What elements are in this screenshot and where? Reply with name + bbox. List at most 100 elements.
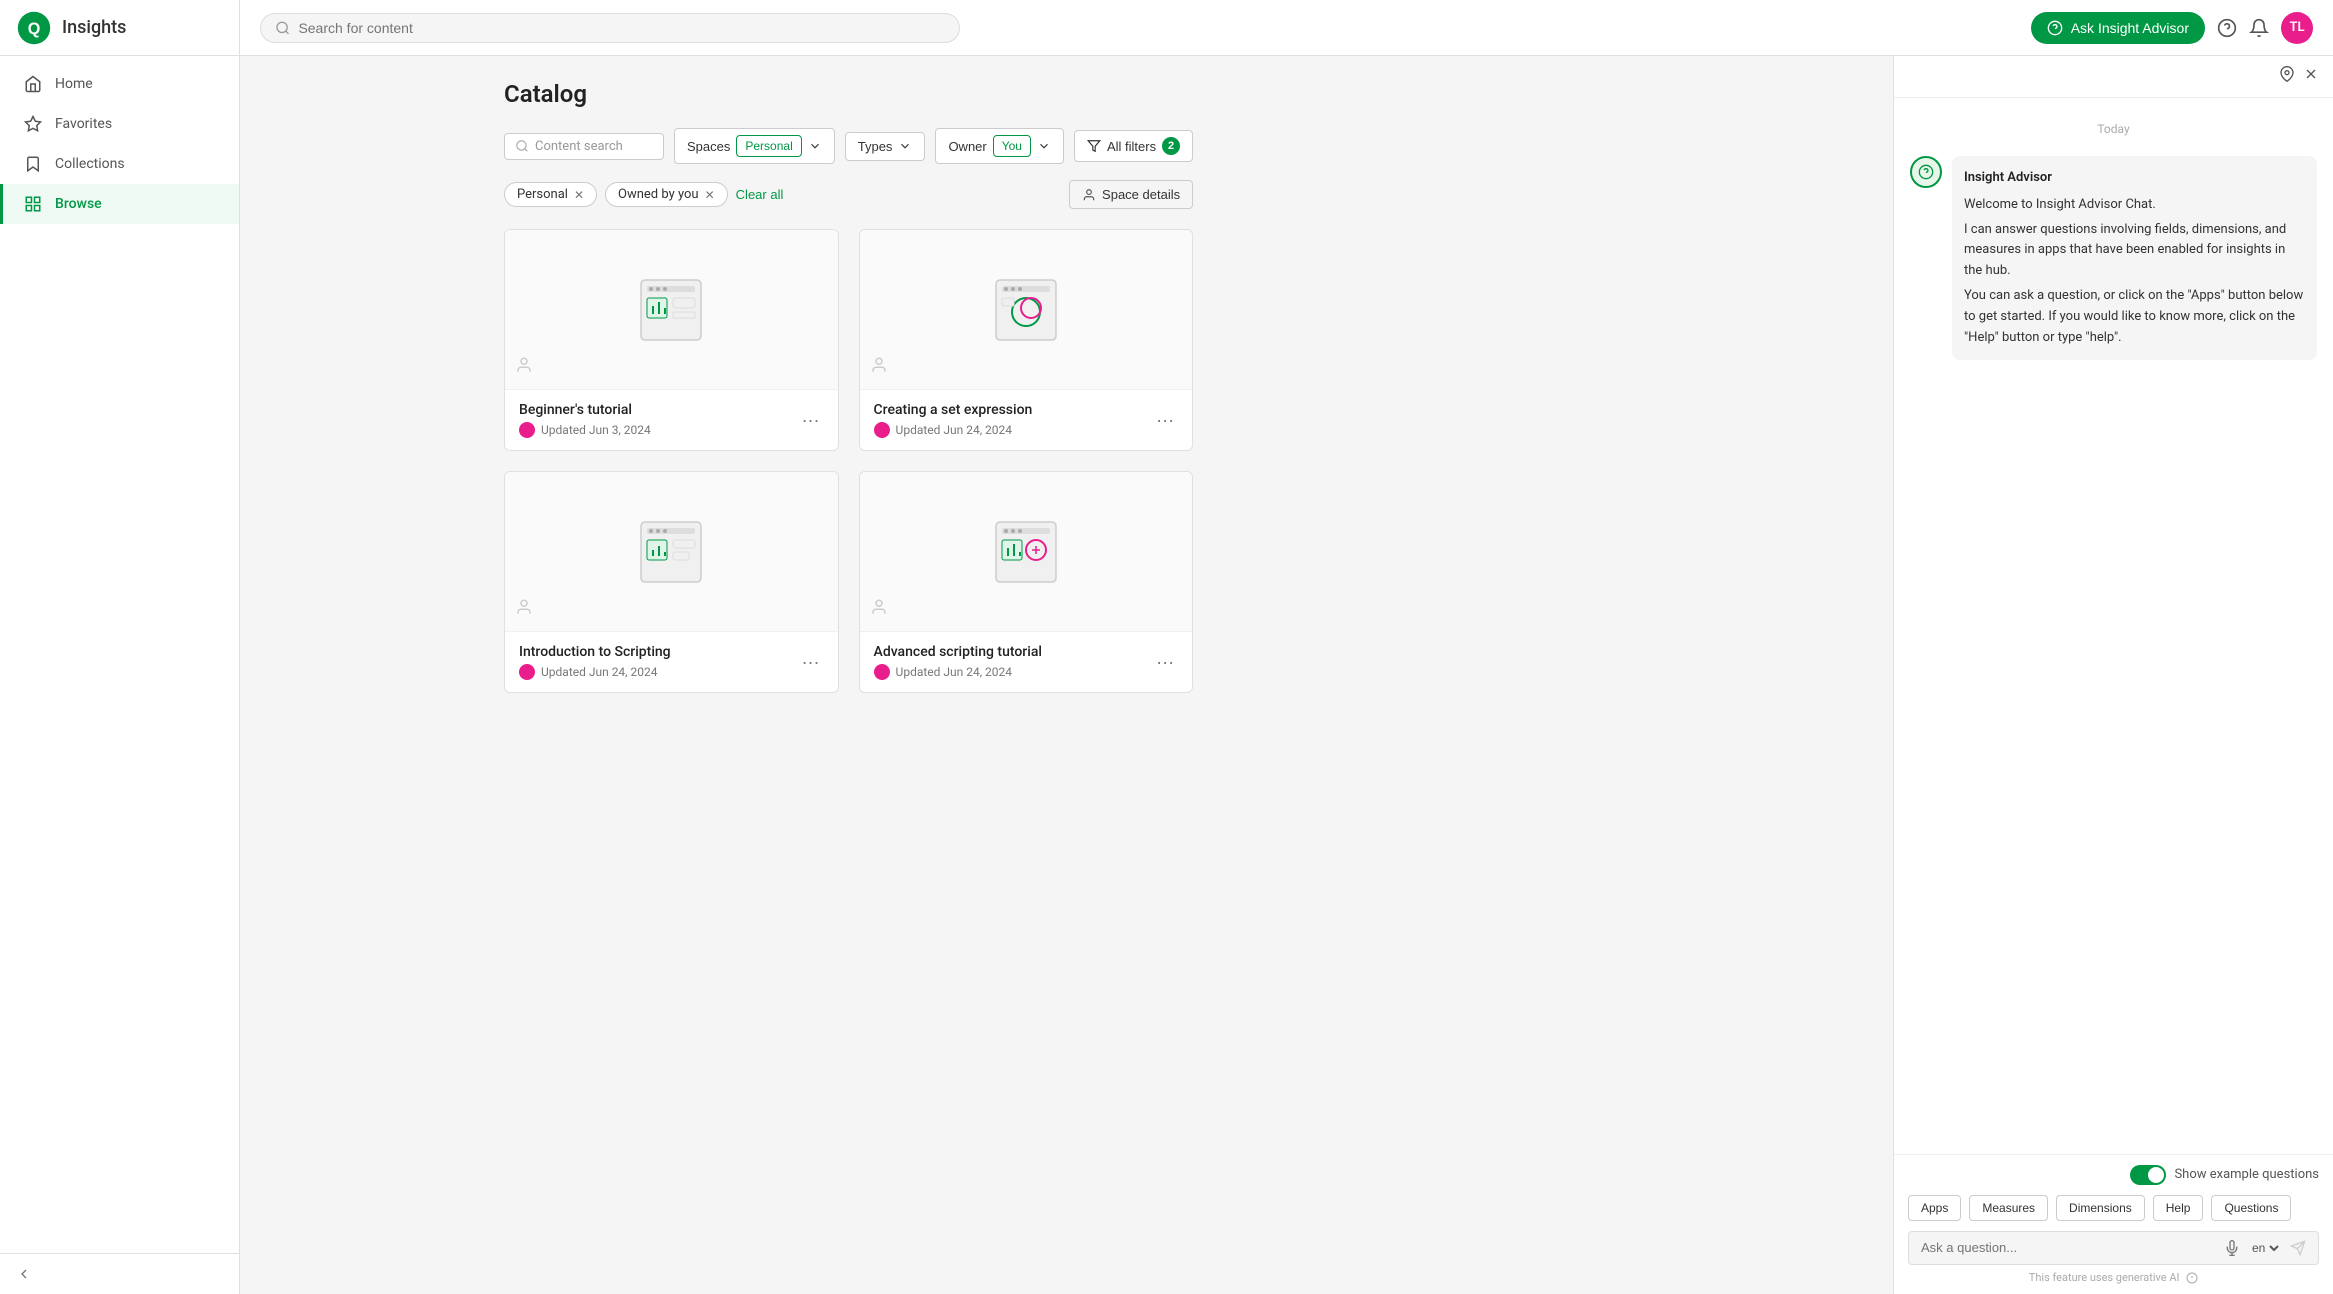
insight-message-body: Insight Advisor Welcome to Insight Advis… (1952, 156, 2317, 360)
space-details-button[interactable]: Space details (1069, 180, 1193, 209)
show-examples-row: Show example questions (1908, 1165, 2319, 1185)
collapse-button[interactable] (16, 1266, 32, 1282)
card-info-2: Creating a set expression Updated Jun 24… (874, 402, 1153, 438)
date-divider: Today (1910, 122, 2317, 136)
quick-btn-questions[interactable]: Questions (2211, 1195, 2291, 1221)
star-icon (23, 114, 43, 134)
notifications-button[interactable] (2249, 18, 2269, 38)
sidebar-item-label-collections: Collections (55, 156, 125, 172)
space-details-label: Space details (1102, 187, 1180, 202)
spaces-label: Spaces (687, 139, 730, 154)
filter-icon (1087, 139, 1101, 153)
search-icon (275, 20, 290, 36)
card-beginners-tutorial[interactable]: Beginner's tutorial Updated Jun 3, 2024 … (504, 229, 839, 451)
quick-btn-help[interactable]: Help (2153, 1195, 2204, 1221)
ask-question-input[interactable] (1921, 1240, 2216, 1255)
all-filters-label: All filters (1107, 139, 1156, 154)
card-updated-3: Updated Jun 24, 2024 (541, 665, 658, 679)
content-search-icon (515, 139, 529, 153)
pin-button[interactable] (2279, 66, 2295, 87)
ask-input-icons: en (2224, 1240, 2306, 1256)
remove-owned-icon[interactable]: ✕ (705, 188, 715, 202)
all-filters-button[interactable]: All filters 2 (1074, 130, 1193, 162)
topbar: Ask Insight Advisor TL (240, 0, 2333, 56)
insight-panel-header (1894, 56, 2333, 98)
svg-text:Q: Q (28, 20, 41, 38)
sidebar-nav: Home Favorites Collections Browse (0, 56, 239, 1253)
avatar[interactable]: TL (2281, 12, 2313, 44)
insight-message-line2: I can answer questions involving fields,… (1964, 220, 2305, 282)
advisor-icon (2047, 20, 2063, 36)
toggle-knob (2148, 1167, 2164, 1183)
quick-btn-dimensions[interactable]: Dimensions (2056, 1195, 2145, 1221)
microphone-button[interactable] (2224, 1240, 2240, 1256)
card-updated-1: Updated Jun 3, 2024 (541, 423, 651, 437)
card-title-2: Creating a set expression (874, 402, 1153, 418)
search-bar[interactable] (260, 13, 960, 43)
catalog-title: Catalog (504, 80, 1193, 108)
search-input[interactable] (298, 20, 945, 36)
insight-message-sender: Insight Advisor (1964, 168, 2305, 189)
card-footer-4: Advanced scripting tutorial Updated Jun … (860, 632, 1193, 692)
close-icon (2303, 66, 2319, 82)
card-title-3: Introduction to Scripting (519, 644, 798, 660)
owner-chevron-icon (1037, 139, 1051, 153)
insight-message-line3: You can ask a question, or click on the … (1964, 286, 2305, 348)
spaces-filter-button[interactable]: Spaces Personal (674, 128, 835, 164)
card-dot-3 (519, 664, 535, 680)
sidebar-item-favorites[interactable]: Favorites (0, 104, 239, 144)
active-filter-personal[interactable]: Personal ✕ (504, 182, 597, 207)
owner-filter-button[interactable]: Owner You (935, 128, 1064, 164)
insight-avatar-icon (1918, 164, 1934, 180)
card-intro-scripting[interactable]: Introduction to Scripting Updated Jun 24… (504, 471, 839, 693)
card-menu-button-4[interactable]: ··· (1152, 648, 1178, 677)
sidebar-item-home[interactable]: Home (0, 64, 239, 104)
card-set-expression[interactable]: Creating a set expression Updated Jun 24… (859, 229, 1194, 451)
card-thumb-4 (860, 472, 1193, 632)
sidebar-item-label-browse: Browse (55, 196, 102, 212)
card-meta-3: Updated Jun 24, 2024 (519, 664, 798, 680)
show-examples-toggle[interactable] (2130, 1165, 2166, 1185)
card-footer-3: Introduction to Scripting Updated Jun 24… (505, 632, 838, 692)
clear-all-button[interactable]: Clear all (736, 187, 784, 202)
show-examples-label: Show example questions (2174, 1167, 2319, 1182)
insight-advisor-panel: Today Insight Advisor Welcome to Insight… (1893, 56, 2333, 1294)
home-icon (23, 74, 43, 94)
insight-avatar (1910, 156, 1942, 188)
quick-btn-apps[interactable]: Apps (1908, 1195, 1961, 1221)
quick-btn-measures[interactable]: Measures (1969, 1195, 2048, 1221)
ask-input-row: en (1908, 1231, 2319, 1265)
card-dot-4 (874, 664, 890, 680)
sidebar-item-browse[interactable]: Browse (0, 184, 239, 224)
card-updated-4: Updated Jun 24, 2024 (896, 665, 1013, 679)
card-menu-button-3[interactable]: ··· (798, 648, 824, 677)
close-panel-button[interactable] (2303, 66, 2319, 87)
cards-grid: Beginner's tutorial Updated Jun 3, 2024 … (504, 229, 1193, 693)
help-button[interactable] (2217, 18, 2237, 38)
pin-icon (2279, 66, 2295, 82)
insight-messages: Today Insight Advisor Welcome to Insight… (1894, 98, 2333, 1154)
card-menu-button-1[interactable]: ··· (798, 406, 824, 435)
content-search-filter[interactable]: Content search (504, 133, 664, 160)
owner-value-tag: You (993, 135, 1031, 157)
sidebar-item-collections[interactable]: Collections (0, 144, 239, 184)
card-meta-4: Updated Jun 24, 2024 (874, 664, 1153, 680)
send-button[interactable] (2290, 1240, 2306, 1256)
quick-buttons-row: Apps Measures Dimensions Help Questions (1908, 1195, 2319, 1221)
send-icon (2290, 1240, 2306, 1256)
language-select[interactable]: en (2248, 1240, 2282, 1256)
card-menu-button-2[interactable]: ··· (1152, 406, 1178, 435)
all-filters-badge: 2 (1162, 137, 1180, 155)
card-thumb-3 (505, 472, 838, 632)
active-filter-owned-by-you[interactable]: Owned by you ✕ (605, 182, 728, 207)
app-thumbnail-icon-1 (631, 270, 711, 350)
card-updated-2: Updated Jun 24, 2024 (896, 423, 1013, 437)
types-filter-button[interactable]: Types (845, 132, 926, 161)
card-advanced-scripting[interactable]: Advanced scripting tutorial Updated Jun … (859, 471, 1194, 693)
insight-footer: Show example questions Apps Measures Dim… (1894, 1154, 2333, 1294)
ask-insight-advisor-button[interactable]: Ask Insight Advisor (2031, 12, 2205, 44)
card-thumb-2 (860, 230, 1193, 390)
filter-owned-label: Owned by you (618, 187, 699, 202)
generative-note-text: This feature uses generative AI (2029, 1271, 2180, 1284)
remove-personal-icon[interactable]: ✕ (574, 188, 584, 202)
